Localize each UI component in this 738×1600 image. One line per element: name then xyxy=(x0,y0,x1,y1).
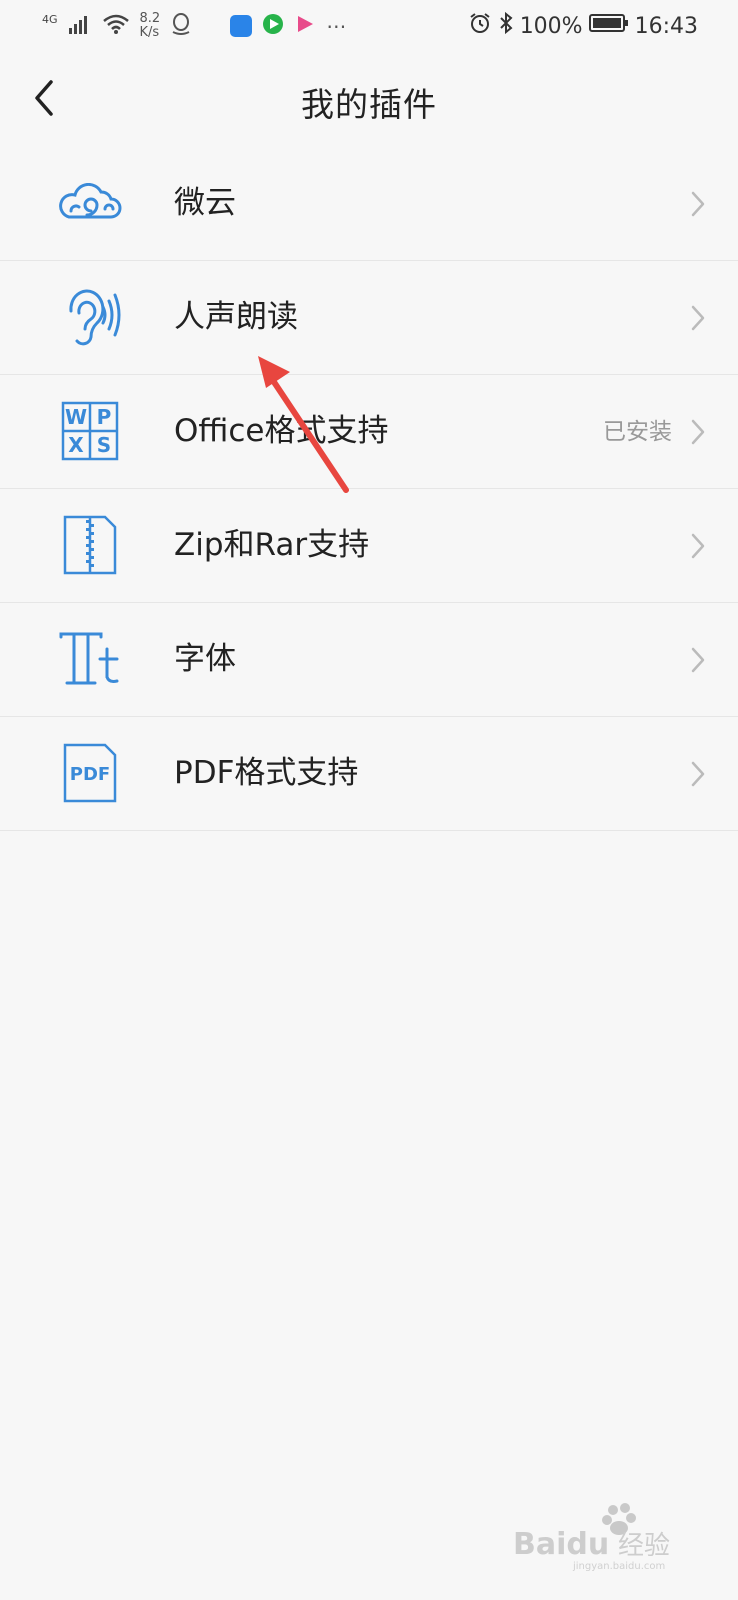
plugin-item-voice-reading[interactable]: 人声朗读 xyxy=(0,261,738,375)
installed-badge: 已安装 xyxy=(603,419,672,445)
plugin-list: 微云 人声朗读 W P X S Office格式支持 已安装 Zip和Rar支持… xyxy=(0,147,738,831)
page-title: 我的插件 xyxy=(301,85,437,124)
status-right: 100% 16:43 xyxy=(468,8,698,44)
font-icon xyxy=(56,627,124,691)
plugin-name: 人声朗读 xyxy=(174,299,298,335)
plugin-item-zip-rar[interactable]: Zip和Rar支持 xyxy=(0,489,738,603)
pdf-file-icon: PDF xyxy=(56,741,124,805)
network-speed: 8.2 K/s xyxy=(140,12,161,40)
plugin-item-pdf[interactable]: PDF PDF格式支持 xyxy=(0,717,738,831)
speed-value: 8.2 xyxy=(139,11,161,26)
chevron-right-icon xyxy=(691,305,705,331)
wps-icon: W P X S xyxy=(56,399,124,463)
svg-text:经验: 经验 xyxy=(618,1531,670,1561)
network-type: 4G xyxy=(42,13,58,26)
alarm-icon xyxy=(468,11,492,41)
wifi-icon xyxy=(102,13,130,39)
plugin-item-office[interactable]: W P X S Office格式支持 已安装 xyxy=(0,375,738,489)
cloud-icon xyxy=(56,171,124,235)
plugin-name: 字体 xyxy=(174,641,236,677)
battery-icon xyxy=(588,13,629,39)
ear-sound-icon xyxy=(56,285,124,349)
svg-text:X: X xyxy=(68,433,84,457)
header-bar: 我的插件 xyxy=(0,52,738,147)
status-left: 4G 8.2 K/s ⋯ xyxy=(42,8,346,44)
zip-file-icon xyxy=(56,513,124,577)
plugin-item-font[interactable]: 字体 xyxy=(0,603,738,717)
qq-icon xyxy=(170,12,192,40)
app-icon xyxy=(230,15,253,37)
svg-text:Baidu: Baidu xyxy=(513,1527,609,1562)
plugin-name: PDF格式支持 xyxy=(174,755,359,791)
speed-unit: K/s xyxy=(139,25,160,40)
chevron-right-icon xyxy=(691,647,705,673)
plugin-item-weiyun[interactable]: 微云 xyxy=(0,147,738,261)
signal-icon xyxy=(68,13,92,39)
chevron-right-icon xyxy=(691,533,705,559)
svg-text:P: P xyxy=(97,405,112,429)
chevron-right-icon xyxy=(691,191,705,217)
plugin-name: Office格式支持 xyxy=(174,413,389,449)
battery-percent: 100% xyxy=(519,13,583,39)
video-icon xyxy=(262,13,284,39)
svg-text:S: S xyxy=(97,433,111,457)
play-icon xyxy=(294,13,316,39)
plugin-name: Zip和Rar支持 xyxy=(174,527,370,563)
more-icon: ⋯ xyxy=(326,14,347,38)
chevron-right-icon xyxy=(691,761,705,787)
status-bar: 4G 8.2 K/s ⋯ 100% 16:43 xyxy=(0,0,738,52)
chevron-right-icon xyxy=(691,419,705,445)
bluetooth-icon xyxy=(498,11,514,41)
svg-text:jingyan.baidu.com: jingyan.baidu.com xyxy=(572,1561,665,1572)
svg-text:W: W xyxy=(65,405,87,429)
baidu-watermark-logo: Baidu 经验 jingyan.baidu.com xyxy=(513,1503,670,1572)
plugin-name: 微云 xyxy=(174,185,236,221)
svg-text:PDF: PDF xyxy=(70,764,110,785)
clock-time: 16:43 xyxy=(634,13,698,39)
